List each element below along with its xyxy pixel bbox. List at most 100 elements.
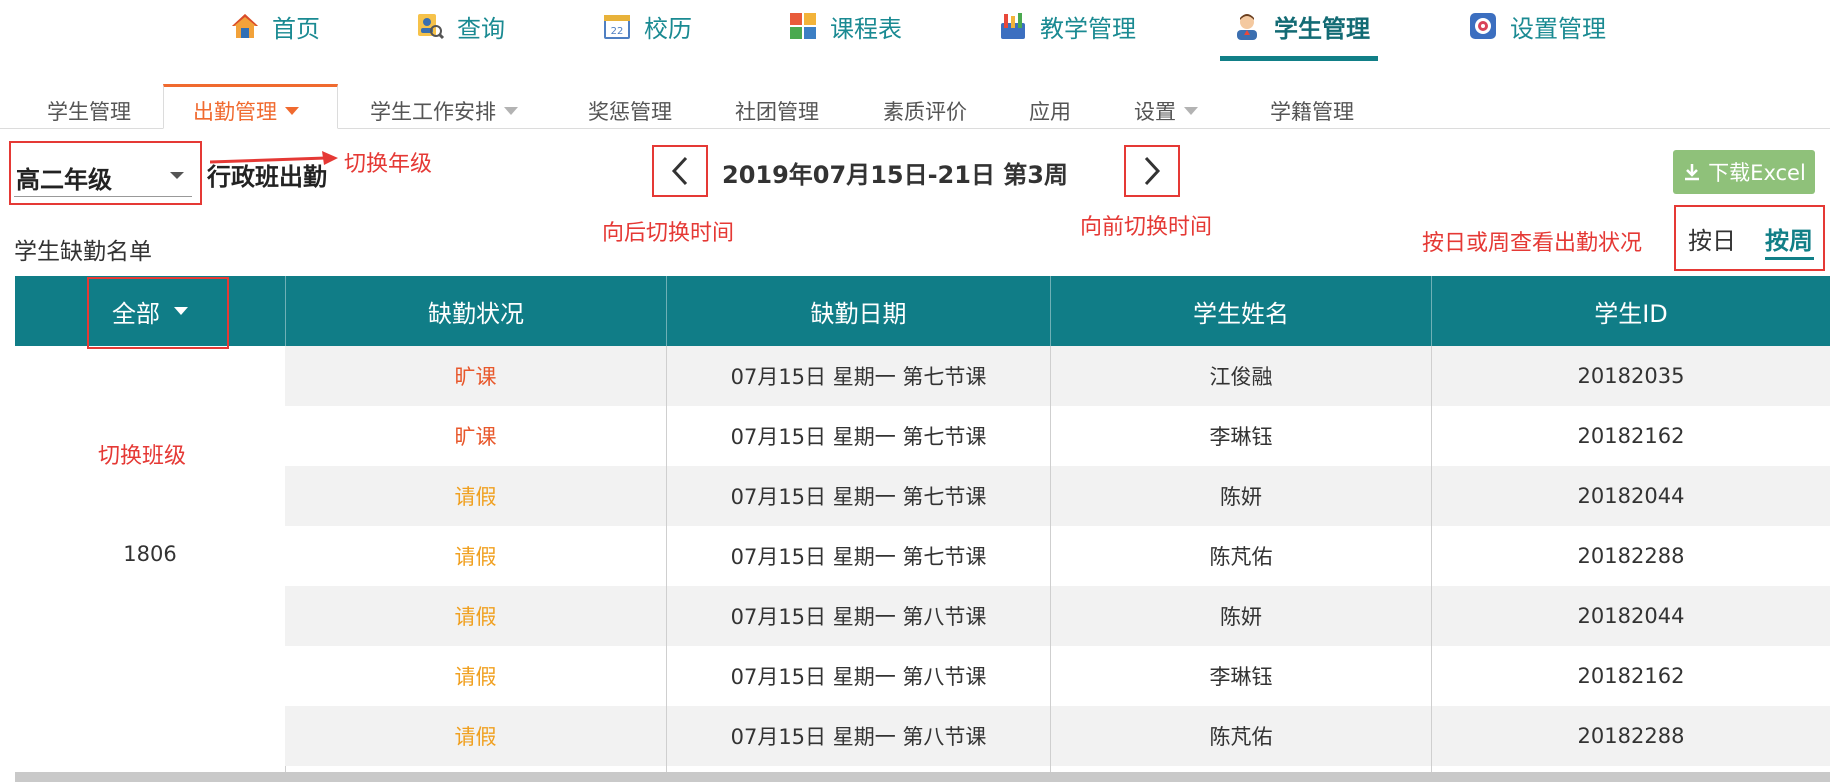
calendar-icon: 22 [602,11,632,41]
date-range-title: 2019年07月15日-21日 第3周 [722,161,1069,189]
chevron-right-icon [1144,156,1161,186]
top-nav-teaching[interactable]: 教学管理 [998,8,1136,44]
sub-nav-apps[interactable]: 应用 [1029,96,1071,126]
absence-status-cell: 旷课 [454,365,497,389]
annotation-switch-class: 切换班级 [98,444,187,469]
download-icon [1685,164,1700,181]
sub-nav-settings-label: 设置 [1134,100,1176,124]
student-name-cell: 陈芃佑 [1209,725,1273,749]
student-id-cell: 20182044 [1577,484,1685,508]
absence-status-cell: 旷课 [454,425,497,449]
absence-date-cell: 07月15日 星期一 第七节课 [730,545,987,569]
sub-nav-enrollment[interactable]: 学籍管理 [1270,96,1354,126]
timetable-icon [788,11,818,41]
gear-icon [1468,11,1498,41]
top-nav-timetable[interactable]: 课程表 [788,8,902,44]
absence-date-cell: 07月15日 星期一 第七节课 [730,365,987,389]
chevron-left-icon [671,156,688,186]
table-row: 请假 07月15日 星期一 第七节课 陈芃佑 20182288 [285,526,1830,586]
column-divider [666,346,667,772]
student-name-cell: 李琳钰 [1209,425,1273,449]
sub-nav-student-manage[interactable]: 学生管理 [47,96,131,126]
top-nav-query[interactable]: 查询 [415,8,505,44]
top-nav-calendar[interactable]: 22 校历 [602,8,692,44]
next-week-button[interactable] [1124,145,1180,197]
column-divider [1431,346,1432,772]
header-student-name: 学生姓名 [1193,299,1289,328]
absence-date-cell: 07月15日 星期一 第七节课 [730,485,987,509]
absence-date-cell: 07月15日 星期一 第八节课 [730,665,987,689]
absence-date-cell: 07月15日 星期一 第八节课 [730,605,987,629]
sub-nav-settings[interactable]: 设置 [1134,96,1198,126]
table-header: 全部 缺勤状况 缺勤日期 学生姓名 学生ID [15,276,1830,346]
sub-nav-clubs-label: 社团管理 [735,100,819,124]
student-name-cell: 陈妍 [1220,605,1262,629]
annotation-box-view-mode [1674,205,1825,271]
home-icon [230,11,260,41]
sub-nav-rewards-label: 奖惩管理 [588,100,672,124]
student-id-cell: 20182162 [1577,424,1685,448]
annotation-box-class-filter [87,277,229,349]
absence-status-cell: 请假 [454,485,497,509]
header-student-id: 学生ID [1594,299,1668,328]
table-row: 旷课 07月15日 星期一 第七节课 江俊融 20182035 [285,346,1830,406]
sub-nav-quality-eval[interactable]: 素质评价 [883,96,967,126]
table-row: 请假 07月15日 星期一 第八节课 陈妍 20182044 [285,586,1830,646]
svg-text:22: 22 [611,26,624,37]
top-nav-student[interactable]: 学生管理 [1232,8,1370,44]
class-group-cell: 切换班级 1806 [15,346,286,772]
top-nav-teaching-label: 教学管理 [1040,14,1136,43]
student-icon [1232,11,1262,41]
sub-nav-attendance[interactable]: 出勤管理 [193,96,299,126]
sub-nav-work-arrangement-label: 学生工作安排 [370,100,496,124]
absence-status-cell: 请假 [454,665,497,689]
top-nav-calendar-label: 校历 [644,14,692,43]
download-excel-button[interactable]: 下载Excel [1673,150,1815,194]
absence-table: 全部 缺勤状况 缺勤日期 学生姓名 学生ID 切换班级 1806 旷课 07月15… [15,276,1830,782]
top-nav-home-label: 首页 [272,14,320,43]
student-id-cell: 20182044 [1577,604,1685,628]
sub-nav-student-manage-label: 学生管理 [47,100,131,124]
annotation-view-mode: 按日或周查看出勤状况 [1422,231,1643,256]
sub-nav-rewards[interactable]: 奖惩管理 [588,96,672,126]
table-row: 请假 07月15日 星期一 第八节课 陈芃佑 20182288 [285,706,1830,766]
caret-down-icon [285,107,299,115]
download-excel-label: 下载Excel [1708,161,1806,185]
absence-status-cell: 请假 [454,545,497,569]
sub-nav-work-arrangement[interactable]: 学生工作安排 [370,96,518,126]
student-id-cell: 20182162 [1577,664,1685,688]
header-absence-date: 缺勤日期 [810,299,907,328]
student-id-cell: 20182288 [1577,544,1685,568]
student-id-cell: 20182035 [1577,364,1685,388]
top-nav-settings[interactable]: 设置管理 [1468,8,1606,44]
top-nav-home[interactable]: 首页 [230,8,320,44]
annotation-box-grade [9,141,202,205]
annotation-prev-time: 向后切换时间 [602,221,735,246]
teaching-icon [998,11,1028,41]
search-user-icon [415,11,445,41]
student-name-cell: 陈芃佑 [1209,545,1273,569]
absence-date-cell: 07月15日 星期一 第七节课 [730,425,987,449]
sub-nav-attendance-label: 出勤管理 [193,100,277,124]
caret-down-icon [1184,107,1198,115]
absence-date-cell: 07月15日 星期一 第八节课 [730,725,987,749]
top-nav-timetable-label: 课程表 [830,14,902,43]
top-navigation: 首页 查询 22 校历 课程表 教学管理 学生管理 设置管理 [0,0,1830,61]
sub-nav-enrollment-label: 学籍管理 [1270,100,1354,124]
absence-status-cell: 请假 [454,605,497,629]
class-name: 1806 [123,542,177,566]
prev-week-button[interactable] [652,145,708,197]
annotation-next-time: 向前切换时间 [1080,215,1213,240]
caret-down-icon [504,107,518,115]
table-scrollbar[interactable] [15,772,1830,782]
top-nav-student-label: 学生管理 [1274,14,1370,43]
sub-nav-apps-label: 应用 [1029,100,1071,124]
table-row: 请假 07月15日 星期一 第七节课 陈妍 20182044 [285,466,1830,526]
sub-nav-clubs[interactable]: 社团管理 [735,96,819,126]
student-name-cell: 江俊融 [1209,365,1273,389]
table-row: 请假 07月15日 星期一 第八节课 李琳钰 20182162 [285,646,1830,706]
absent-list-title: 学生缺勤名单 [14,239,152,265]
attendance-type-title: 行政班出勤 [207,163,327,191]
student-name-cell: 陈妍 [1220,485,1262,509]
top-nav-settings-label: 设置管理 [1510,14,1606,43]
